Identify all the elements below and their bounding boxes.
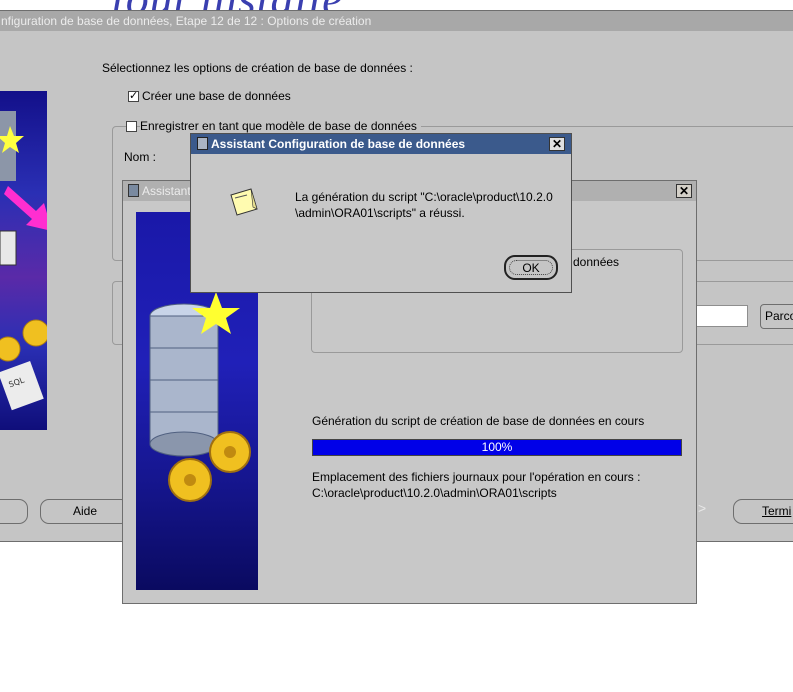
create-db-checkbox[interactable]: ✓ [128,91,139,102]
app-window-icon [128,184,139,197]
browse-button[interactable]: Parco [760,304,793,329]
alert-close-button[interactable]: ✕ [549,137,565,151]
browse-label: Parco [765,309,793,323]
alert-message-line1: La génération du script "C:\oracle\produ… [295,190,553,204]
progress-window-title: Assistant [142,184,191,198]
db-label-fragment: données [573,255,620,269]
progress-close-button[interactable]: ✕ [676,184,692,198]
main-window-title: nfiguration de base de données, Etape 12… [1,14,372,28]
create-db-label: Créer une base de données [142,89,291,103]
alert-title: Assistant Configuration de base de donné… [211,137,466,151]
progress-status-text: Génération du script de création de base… [312,414,645,428]
log-location-label: Emplacement des fichiers journaux pour l… [312,470,641,484]
progress-percent-label: 100% [481,440,513,454]
cancel-button[interactable] [0,499,28,524]
destination-directory-field[interactable] [690,305,748,327]
progress-bar: 100% [312,439,682,456]
alert-title-bar[interactable]: Assistant Configuration de base de donné… [191,134,571,154]
ok-label: OK [522,261,540,275]
save-template-label: Enregistrer en tant que modèle de base d… [140,119,421,133]
log-path-text: C:\oracle\product\10.2.0\admin\ORA01\scr… [312,486,557,500]
finish-label: Termi [762,504,792,518]
ok-inner-focus: OK [509,260,553,275]
wizard-illustration: SQL [0,91,47,430]
ok-button[interactable]: OK [504,255,558,280]
next-arrow-icon[interactable]: > [698,500,706,516]
save-template-checkbox[interactable] [126,121,137,132]
illustration-art: SQL [0,111,47,411]
help-label: Aide [72,504,98,518]
name-label: Nom : [124,150,157,164]
main-title-bar[interactable]: nfiguration de base de données, Etape 12… [0,11,793,31]
alert-app-icon [197,137,208,150]
finish-button[interactable]: Termi [733,499,793,524]
alert-message-line2: \admin\ORA01\scripts" a réussi. [295,206,465,220]
creation-options-prompt: Sélectionnez les options de création de … [102,61,413,75]
note-icon [230,188,258,216]
help-button[interactable]: Aide [40,499,130,524]
alert-dialog: Assistant Configuration de base de donné… [190,133,572,293]
